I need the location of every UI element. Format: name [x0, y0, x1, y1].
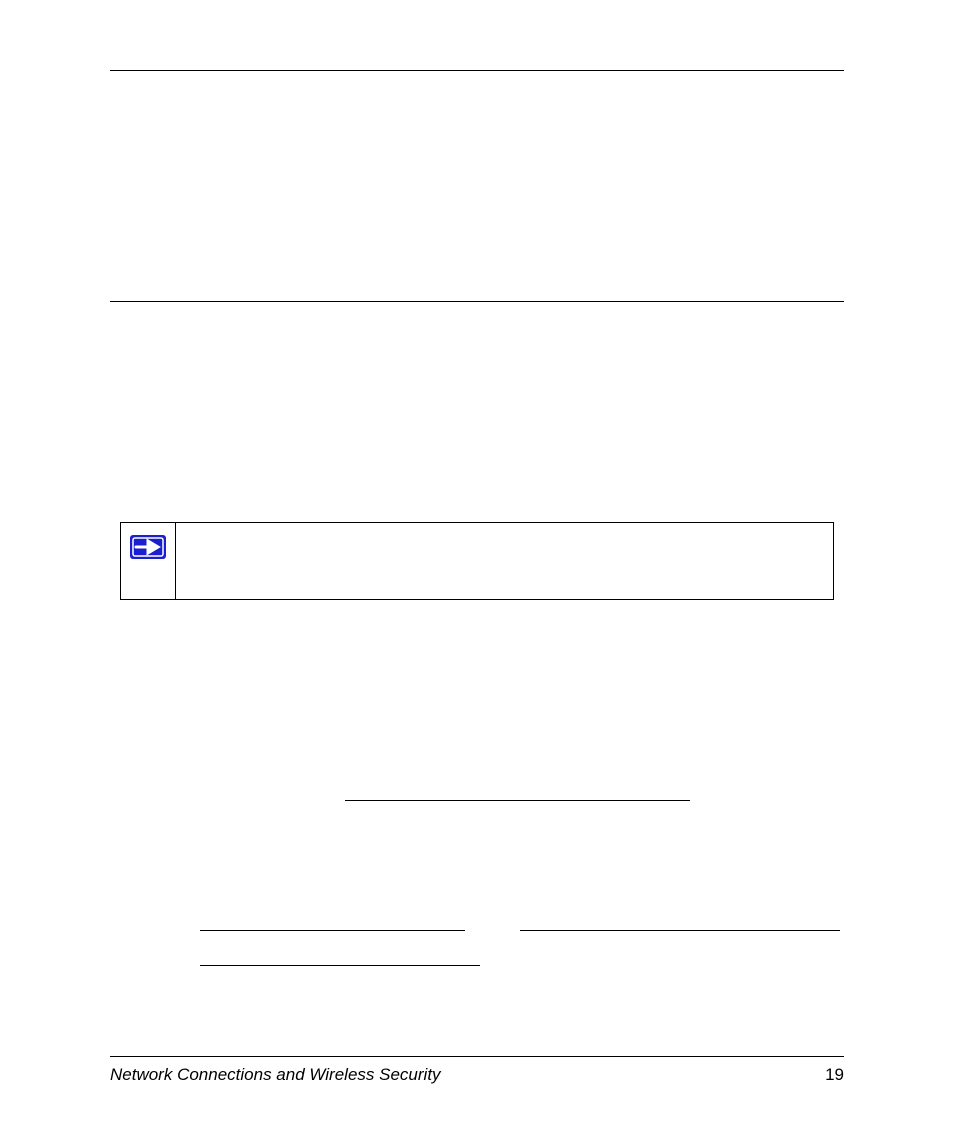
footer-rule: [110, 1056, 844, 1057]
document-page: Network Connections and Wireless Securit…: [0, 0, 954, 1145]
page-footer: Network Connections and Wireless Securit…: [110, 1056, 844, 1085]
page-number: 19: [825, 1065, 844, 1085]
link-placeholders: [110, 800, 844, 1000]
note-content: [176, 523, 833, 599]
underline-2: [200, 930, 465, 931]
underline-4: [200, 965, 480, 966]
header-rule: [110, 70, 844, 71]
arrow-right-icon: [130, 535, 166, 559]
underline-1: [345, 800, 690, 801]
footer-section-title: Network Connections and Wireless Securit…: [110, 1065, 441, 1085]
note-icon-cell: [121, 523, 176, 599]
section-rule: [110, 301, 844, 302]
underline-3: [520, 930, 840, 931]
note-callout: [120, 522, 834, 600]
